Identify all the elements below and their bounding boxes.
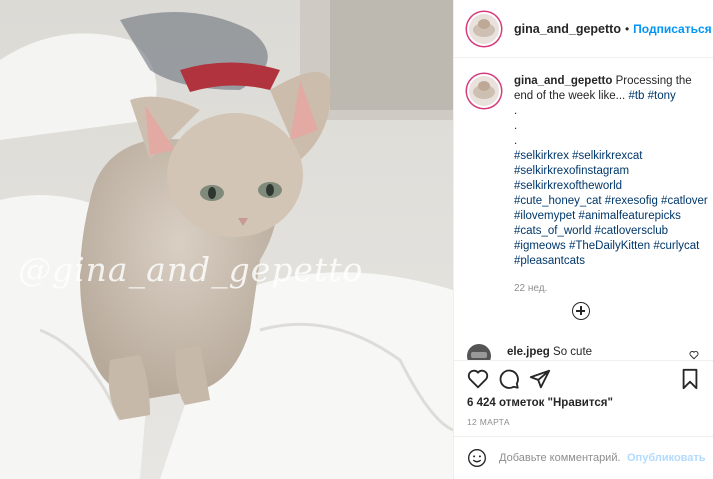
caption-timestamp[interactable]: 22 нед. [514, 281, 713, 296]
commenter-avatar[interactable] [467, 344, 491, 360]
comment-item: ele.jpeg So cute [467, 344, 707, 360]
header-separator: • [624, 21, 630, 36]
comment-text-block: ele.jpeg So cute [507, 344, 592, 360]
caption-dot: . [514, 135, 518, 147]
hashtag-line[interactable]: #selkirkrex #selkirkrexcat [514, 149, 713, 164]
post-date[interactable]: 12 МАРТА [467, 417, 510, 427]
comment-icon[interactable] [498, 368, 520, 390]
hashtag-line[interactable]: #selkirkrexoftheworld [514, 179, 713, 194]
commenter-username[interactable]: ele.jpeg [507, 346, 550, 358]
add-comment-bar: Опубликовать [454, 436, 713, 479]
share-icon[interactable] [529, 368, 551, 390]
hashtag-link[interactable]: #tony [648, 90, 676, 102]
bookmark-icon[interactable] [680, 368, 700, 390]
caption-dot: . [514, 105, 518, 117]
instagram-post: @gina_and_gepetto gina_and_gepetto • Под… [0, 0, 713, 479]
hashtag-line[interactable]: #selkirkrexofinstagram [514, 164, 713, 179]
actions-divider [454, 360, 713, 362]
smile-icon[interactable] [467, 448, 487, 468]
hashtag-line[interactable]: #pleasantcats [514, 254, 713, 269]
hashtag-link[interactable]: #tb [628, 90, 644, 102]
caption-text-block: gina_and_gepetto Processing the end of t… [514, 74, 713, 296]
kitten-photo [0, 0, 453, 479]
hashtag-line[interactable]: #cute_honey_cat #rexesofig #catlover [514, 194, 713, 209]
caption-username[interactable]: gina_and_gepetto [514, 75, 612, 87]
author-username[interactable]: gina_and_gepetto [514, 22, 621, 36]
post-header: gina_and_gepetto • Подписаться [454, 0, 713, 58]
caption: gina_and_gepetto Processing the end of t… [467, 74, 713, 296]
hashtag-line[interactable]: #ilovemypet #animalfeaturepicks [514, 209, 713, 224]
author-avatar[interactable] [467, 11, 501, 46]
comment-text: So cute [553, 346, 593, 358]
follow-button[interactable]: Подписаться [633, 22, 711, 36]
likes-count[interactable]: 6 424 отметок "Нравится" [467, 397, 613, 409]
heart-icon[interactable] [467, 368, 489, 390]
post-image[interactable]: @gina_and_gepetto [0, 0, 453, 479]
caption-avatar[interactable] [467, 74, 501, 108]
post-sidebar: gina_and_gepetto • Подписаться gina_and_… [453, 0, 713, 479]
comment-like-icon[interactable] [689, 350, 699, 360]
caption-dot: . [514, 120, 518, 132]
hashtag-line[interactable]: #igmeows #TheDailyKitten #curlycat [514, 239, 713, 254]
comments-section: gina_and_gepetto Processing the end of t… [454, 58, 713, 360]
comment-input[interactable] [497, 451, 623, 465]
plus-circle-icon[interactable] [572, 302, 590, 320]
hashtag-line[interactable]: #cats_of_world #catloversclub [514, 224, 713, 239]
photo-watermark: @gina_and_gepetto [18, 250, 364, 289]
publish-button[interactable]: Опубликовать [627, 452, 706, 464]
